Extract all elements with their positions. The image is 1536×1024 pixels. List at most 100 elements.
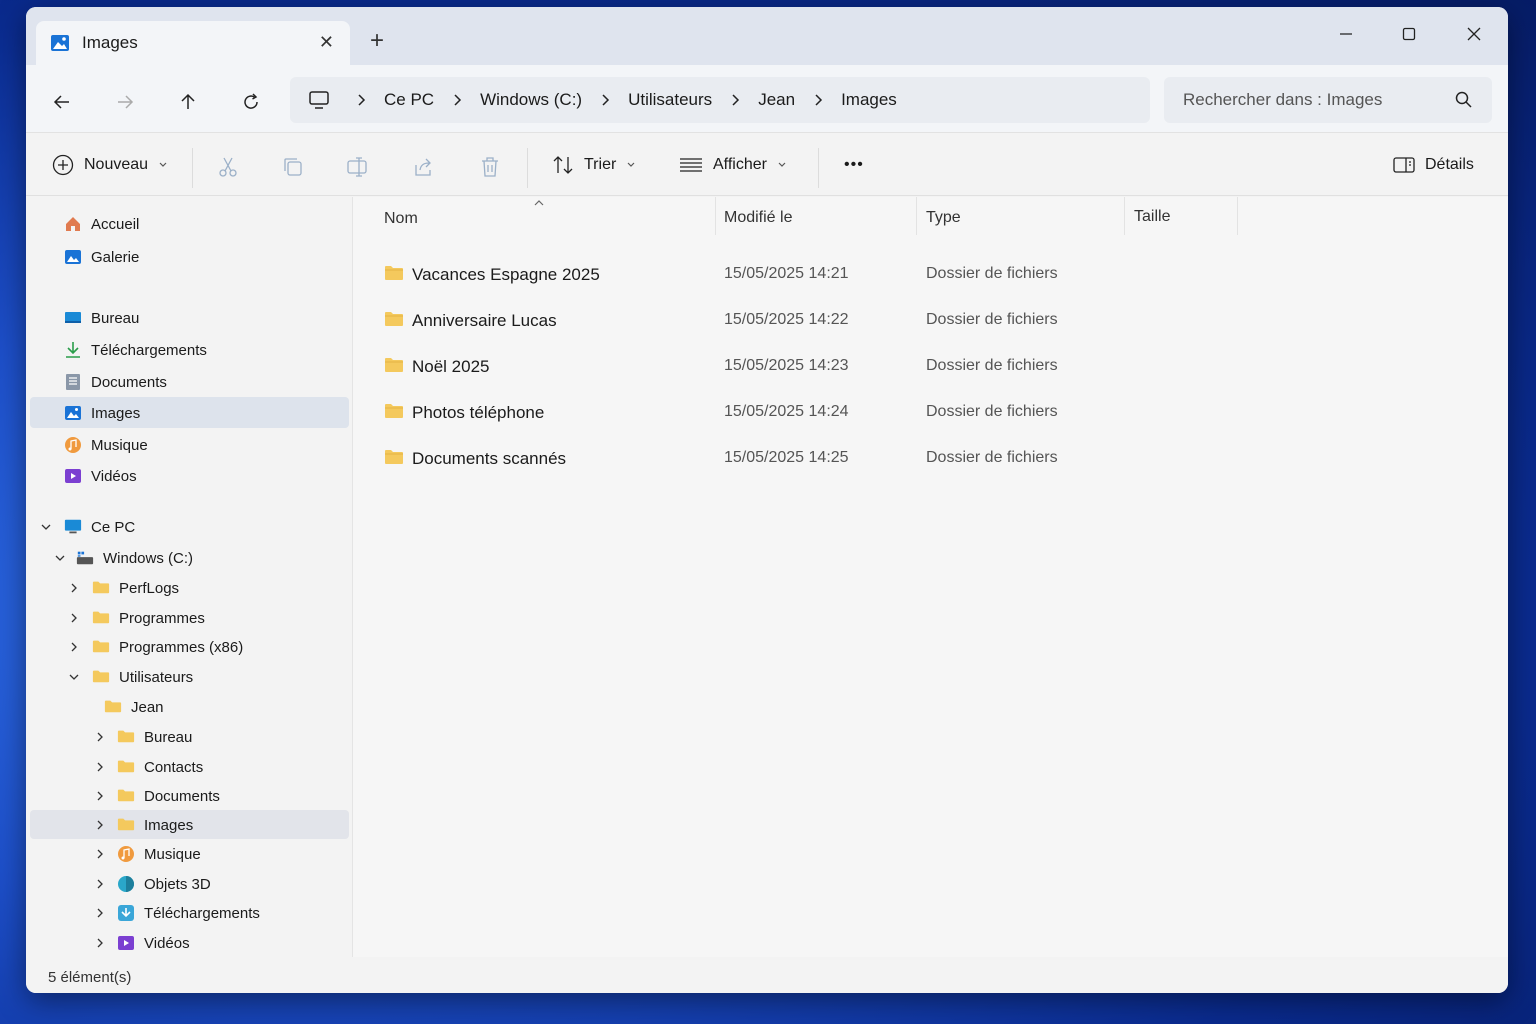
expand-chevron-right-icon[interactable]: [94, 731, 106, 743]
item-count: 5 élément(s): [48, 969, 132, 986]
tree-item-videos[interactable]: Vidéos: [117, 928, 190, 958]
tree-item-label: Documents: [144, 787, 220, 805]
table-row[interactable]: Noël 2025 15/05/2025 14:23 Dossier de fi…: [353, 346, 1508, 386]
tree-item-musique[interactable]: Musique: [117, 839, 201, 869]
chevron-down-icon: [159, 162, 167, 167]
tree-item-documents[interactable]: Documents: [117, 781, 220, 811]
expand-chevron-right-icon[interactable]: [94, 937, 106, 949]
home-icon: [64, 215, 82, 233]
expand-chevron-right-icon[interactable]: [94, 907, 106, 919]
chevron-right-icon: [730, 94, 740, 106]
sidebar-item-images[interactable]: Images: [64, 398, 377, 428]
close-window-button[interactable]: [1454, 17, 1494, 51]
tab-images[interactable]: Images ✕: [36, 21, 350, 65]
expand-chevron-right-icon[interactable]: [94, 848, 106, 860]
rename-icon[interactable]: [346, 156, 368, 178]
expand-chevron-right-icon[interactable]: [94, 761, 106, 773]
tree-item-programmes[interactable]: Programmes: [92, 603, 205, 633]
tree-item-label: Programmes: [119, 609, 205, 627]
tree-item-perflogs[interactable]: PerfLogs: [92, 573, 179, 603]
search-icon[interactable]: [1454, 90, 1474, 110]
expand-chevron-right-icon[interactable]: [68, 612, 80, 624]
expand-chevron-down-icon[interactable]: [68, 671, 80, 683]
column-header-type[interactable]: Type: [926, 209, 961, 227]
share-icon[interactable]: [413, 156, 435, 178]
tree-item-objets-3d[interactable]: Objets 3D: [117, 869, 211, 899]
search-input[interactable]: [1183, 90, 1443, 110]
sidebar-item-label: Bureau: [91, 309, 140, 327]
column-divider[interactable]: [916, 197, 917, 235]
column-divider[interactable]: [715, 197, 716, 235]
tree-item-contacts[interactable]: Contacts: [117, 752, 203, 782]
breadcrumb-ce-pc[interactable]: Ce PC: [384, 90, 434, 110]
address-bar[interactable]: Ce PC Windows (C:) Utilisateurs Jean Ima…: [290, 77, 1150, 123]
details-label: Détails: [1425, 156, 1474, 173]
table-row[interactable]: Documents scannés 15/05/2025 14:25 Dossi…: [353, 438, 1508, 478]
copy-icon[interactable]: [282, 156, 304, 178]
column-header-modified[interactable]: Modifié le: [724, 209, 792, 227]
close-tab-icon[interactable]: ✕: [319, 32, 334, 53]
cut-icon[interactable]: [217, 156, 239, 178]
expand-chevron-right-icon[interactable]: [94, 878, 106, 890]
sidebar-item-accueil[interactable]: Accueil: [64, 209, 139, 239]
expand-chevron-right-icon[interactable]: [94, 790, 106, 802]
sidebar-item-galerie[interactable]: Galerie: [64, 242, 139, 272]
tree-item-bureau[interactable]: Bureau: [117, 722, 192, 752]
tree-item-windows-c[interactable]: Windows (C:): [76, 543, 193, 573]
breadcrumb-images[interactable]: Images: [841, 90, 897, 110]
sidebar-item-documents[interactable]: Documents: [64, 367, 377, 397]
delete-icon[interactable]: [479, 156, 501, 178]
column-divider[interactable]: [1237, 197, 1238, 235]
maximize-button[interactable]: [1389, 17, 1429, 51]
sidebar-item-videos[interactable]: Vidéos: [64, 461, 377, 491]
more-options-button[interactable]: •••: [844, 148, 864, 182]
download-icon: [117, 904, 135, 922]
up-button[interactable]: [171, 85, 205, 119]
table-row[interactable]: Anniversaire Lucas 15/05/2025 14:22 Doss…: [353, 300, 1508, 340]
title-bar: Images ✕ +: [26, 7, 1508, 65]
new-button[interactable]: Nouveau: [52, 148, 168, 182]
expand-chevron-down-icon[interactable]: [54, 552, 66, 564]
sidebar-item-label: Téléchargements: [91, 341, 207, 359]
arrow-right-icon: [118, 95, 134, 109]
table-row[interactable]: Vacances Espagne 2025 15/05/2025 14:21 D…: [353, 254, 1508, 294]
back-button[interactable]: [45, 85, 79, 119]
folder-icon: [104, 698, 122, 716]
refresh-button[interactable]: [234, 85, 268, 119]
view-button[interactable]: Afficher: [679, 148, 787, 182]
column-header-name[interactable]: Nom: [384, 210, 418, 228]
table-row[interactable]: Photos téléphone 15/05/2025 14:24 Dossie…: [353, 392, 1508, 432]
music-icon: [117, 845, 135, 863]
details-pane-button[interactable]: Détails: [1393, 148, 1474, 182]
tree-item-jean[interactable]: Jean: [104, 692, 164, 722]
expand-chevron-right-icon[interactable]: [68, 641, 80, 653]
chevron-right-icon: [356, 94, 366, 106]
breadcrumb-jean[interactable]: Jean: [758, 90, 795, 110]
arrow-up-icon: [181, 93, 195, 109]
minimize-button[interactable]: [1326, 17, 1366, 51]
maximize-icon: [1402, 27, 1416, 41]
sidebar-item-musique[interactable]: Musique: [64, 430, 377, 460]
tree-item-utilisateurs[interactable]: Utilisateurs: [92, 662, 193, 692]
tree-item-programmes-x86[interactable]: Programmes (x86): [92, 632, 243, 662]
expand-chevron-right-icon[interactable]: [94, 819, 106, 831]
column-divider[interactable]: [1124, 197, 1125, 235]
search-box[interactable]: [1164, 77, 1492, 123]
tree-item-ce-pc[interactable]: Ce PC: [64, 512, 135, 542]
tree-item-telechargements[interactable]: Téléchargements: [117, 898, 260, 928]
sidebar-item-telechargements[interactable]: Téléchargements: [64, 335, 377, 365]
forward-button[interactable]: [108, 85, 142, 119]
breadcrumb-windows-c[interactable]: Windows (C:): [480, 90, 582, 110]
navigation-pane: Accueil Galerie Bureau Téléchargements D…: [26, 197, 377, 958]
tree-item-images[interactable]: Images: [117, 810, 193, 840]
breadcrumb-utilisateurs[interactable]: Utilisateurs: [628, 90, 712, 110]
sort-button[interactable]: Trier: [552, 148, 636, 182]
new-tab-button[interactable]: +: [370, 29, 384, 53]
sidebar-item-bureau[interactable]: Bureau: [64, 303, 377, 333]
expand-chevron-right-icon[interactable]: [68, 582, 80, 594]
computer-icon: [64, 518, 82, 536]
expand-chevron-down-icon[interactable]: [40, 521, 52, 533]
column-header-size[interactable]: Taille: [1134, 208, 1170, 226]
folder-icon: [117, 816, 135, 834]
tree-item-label: Téléchargements: [144, 904, 260, 922]
